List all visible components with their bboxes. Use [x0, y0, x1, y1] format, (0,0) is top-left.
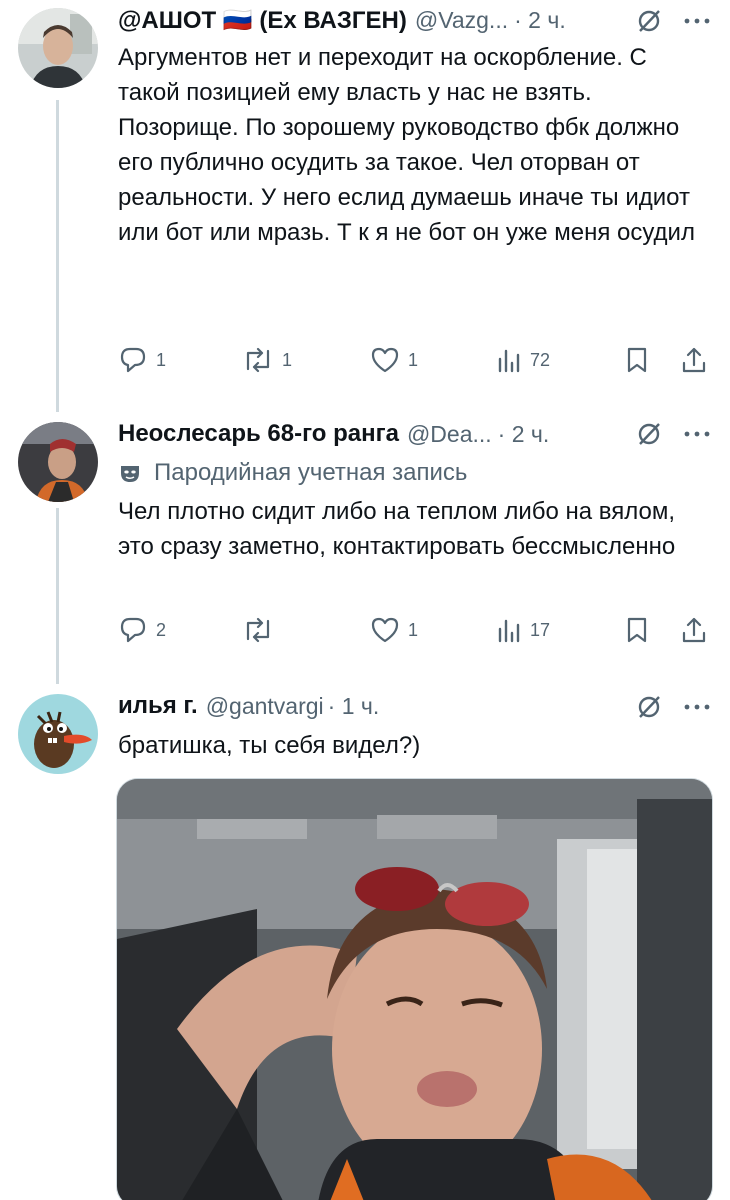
- views-button[interactable]: 72: [496, 340, 550, 380]
- timestamp[interactable]: · 2 ч.: [498, 421, 550, 448]
- tweet-photo[interactable]: [116, 778, 713, 1200]
- reply-icon: [120, 347, 146, 373]
- grok-icon[interactable]: [636, 694, 662, 720]
- tweet-header: @АШОТ 🇷🇺 (Ex ВАЗГЕН) @Vazg... · 2 ч.: [118, 0, 710, 40]
- like-button[interactable]: 1: [370, 340, 418, 380]
- reply-button[interactable]: 1: [118, 340, 166, 380]
- like-icon: [371, 617, 399, 643]
- username[interactable]: @gantvargi: [206, 693, 324, 720]
- thread-line: [56, 508, 59, 684]
- share-button[interactable]: [680, 340, 708, 380]
- timestamp[interactable]: · 2 ч.: [514, 7, 566, 34]
- display-name[interactable]: Неослесарь 68-го ранга: [118, 420, 399, 448]
- tweet-text: Аргументов нет и переходит на оскорблени…: [118, 44, 695, 246]
- share-icon: [682, 617, 706, 643]
- share-button[interactable]: [680, 610, 708, 650]
- tweet-actions: 2 1 17: [114, 610, 714, 650]
- reply-count: 2: [156, 619, 167, 640]
- repost-count: 1: [282, 349, 293, 370]
- tweet-text: братишка, ты себя видел?): [118, 732, 421, 759]
- views-button[interactable]: 17: [496, 610, 550, 650]
- tweet-text: Чел плотно сидит либо на теплом либо на …: [118, 498, 676, 560]
- like-count: 1: [408, 349, 419, 370]
- share-icon: [682, 347, 706, 373]
- display-name[interactable]: @АШОТ 🇷🇺 (Ex ВАЗГЕН): [118, 6, 407, 35]
- views-icon: [498, 619, 520, 643]
- username[interactable]: @Vazg...: [415, 7, 508, 34]
- views-icon: [498, 349, 520, 373]
- like-icon: [371, 347, 399, 373]
- avatar[interactable]: [18, 8, 98, 88]
- reply-icon: [120, 617, 146, 643]
- bookmark-icon: [627, 347, 647, 373]
- repost-icon: [246, 347, 270, 373]
- repost-button[interactable]: 1: [242, 340, 292, 380]
- more-icon[interactable]: [682, 702, 712, 712]
- more-icon[interactable]: [682, 429, 712, 439]
- mask-icon: [121, 466, 139, 482]
- more-icon[interactable]: [682, 16, 712, 26]
- parody-label: Пародийная учетная запись: [118, 456, 467, 490]
- reply-count: 1: [156, 349, 167, 370]
- tweet-header: илья г. @gantvargi · 1 ч.: [118, 686, 710, 726]
- parody-label-text: Пародийная учетная запись: [154, 459, 468, 486]
- like-count: 1: [408, 619, 419, 640]
- repost-icon: [246, 617, 270, 643]
- views-count: 72: [530, 349, 551, 370]
- grok-icon[interactable]: [636, 8, 662, 34]
- timestamp[interactable]: · 1 ч.: [328, 693, 380, 720]
- grok-icon[interactable]: [636, 421, 662, 447]
- thread-line: [56, 100, 59, 412]
- tweet-header: Неослесарь 68-го ранга @Dea... · 2 ч.: [118, 414, 710, 454]
- display-name[interactable]: илья г.: [118, 692, 198, 720]
- repost-button[interactable]: [242, 610, 282, 650]
- views-count: 17: [530, 619, 551, 640]
- bookmark-icon: [627, 617, 647, 643]
- username[interactable]: @Dea...: [407, 421, 492, 448]
- bookmark-button[interactable]: [624, 610, 650, 650]
- bookmark-button[interactable]: [624, 340, 650, 380]
- avatar[interactable]: [18, 694, 98, 774]
- avatar[interactable]: [18, 422, 98, 502]
- like-button[interactable]: 1: [370, 610, 418, 650]
- reply-button[interactable]: 2: [118, 610, 166, 650]
- tweet-actions: 1 1 1 72: [114, 340, 714, 380]
